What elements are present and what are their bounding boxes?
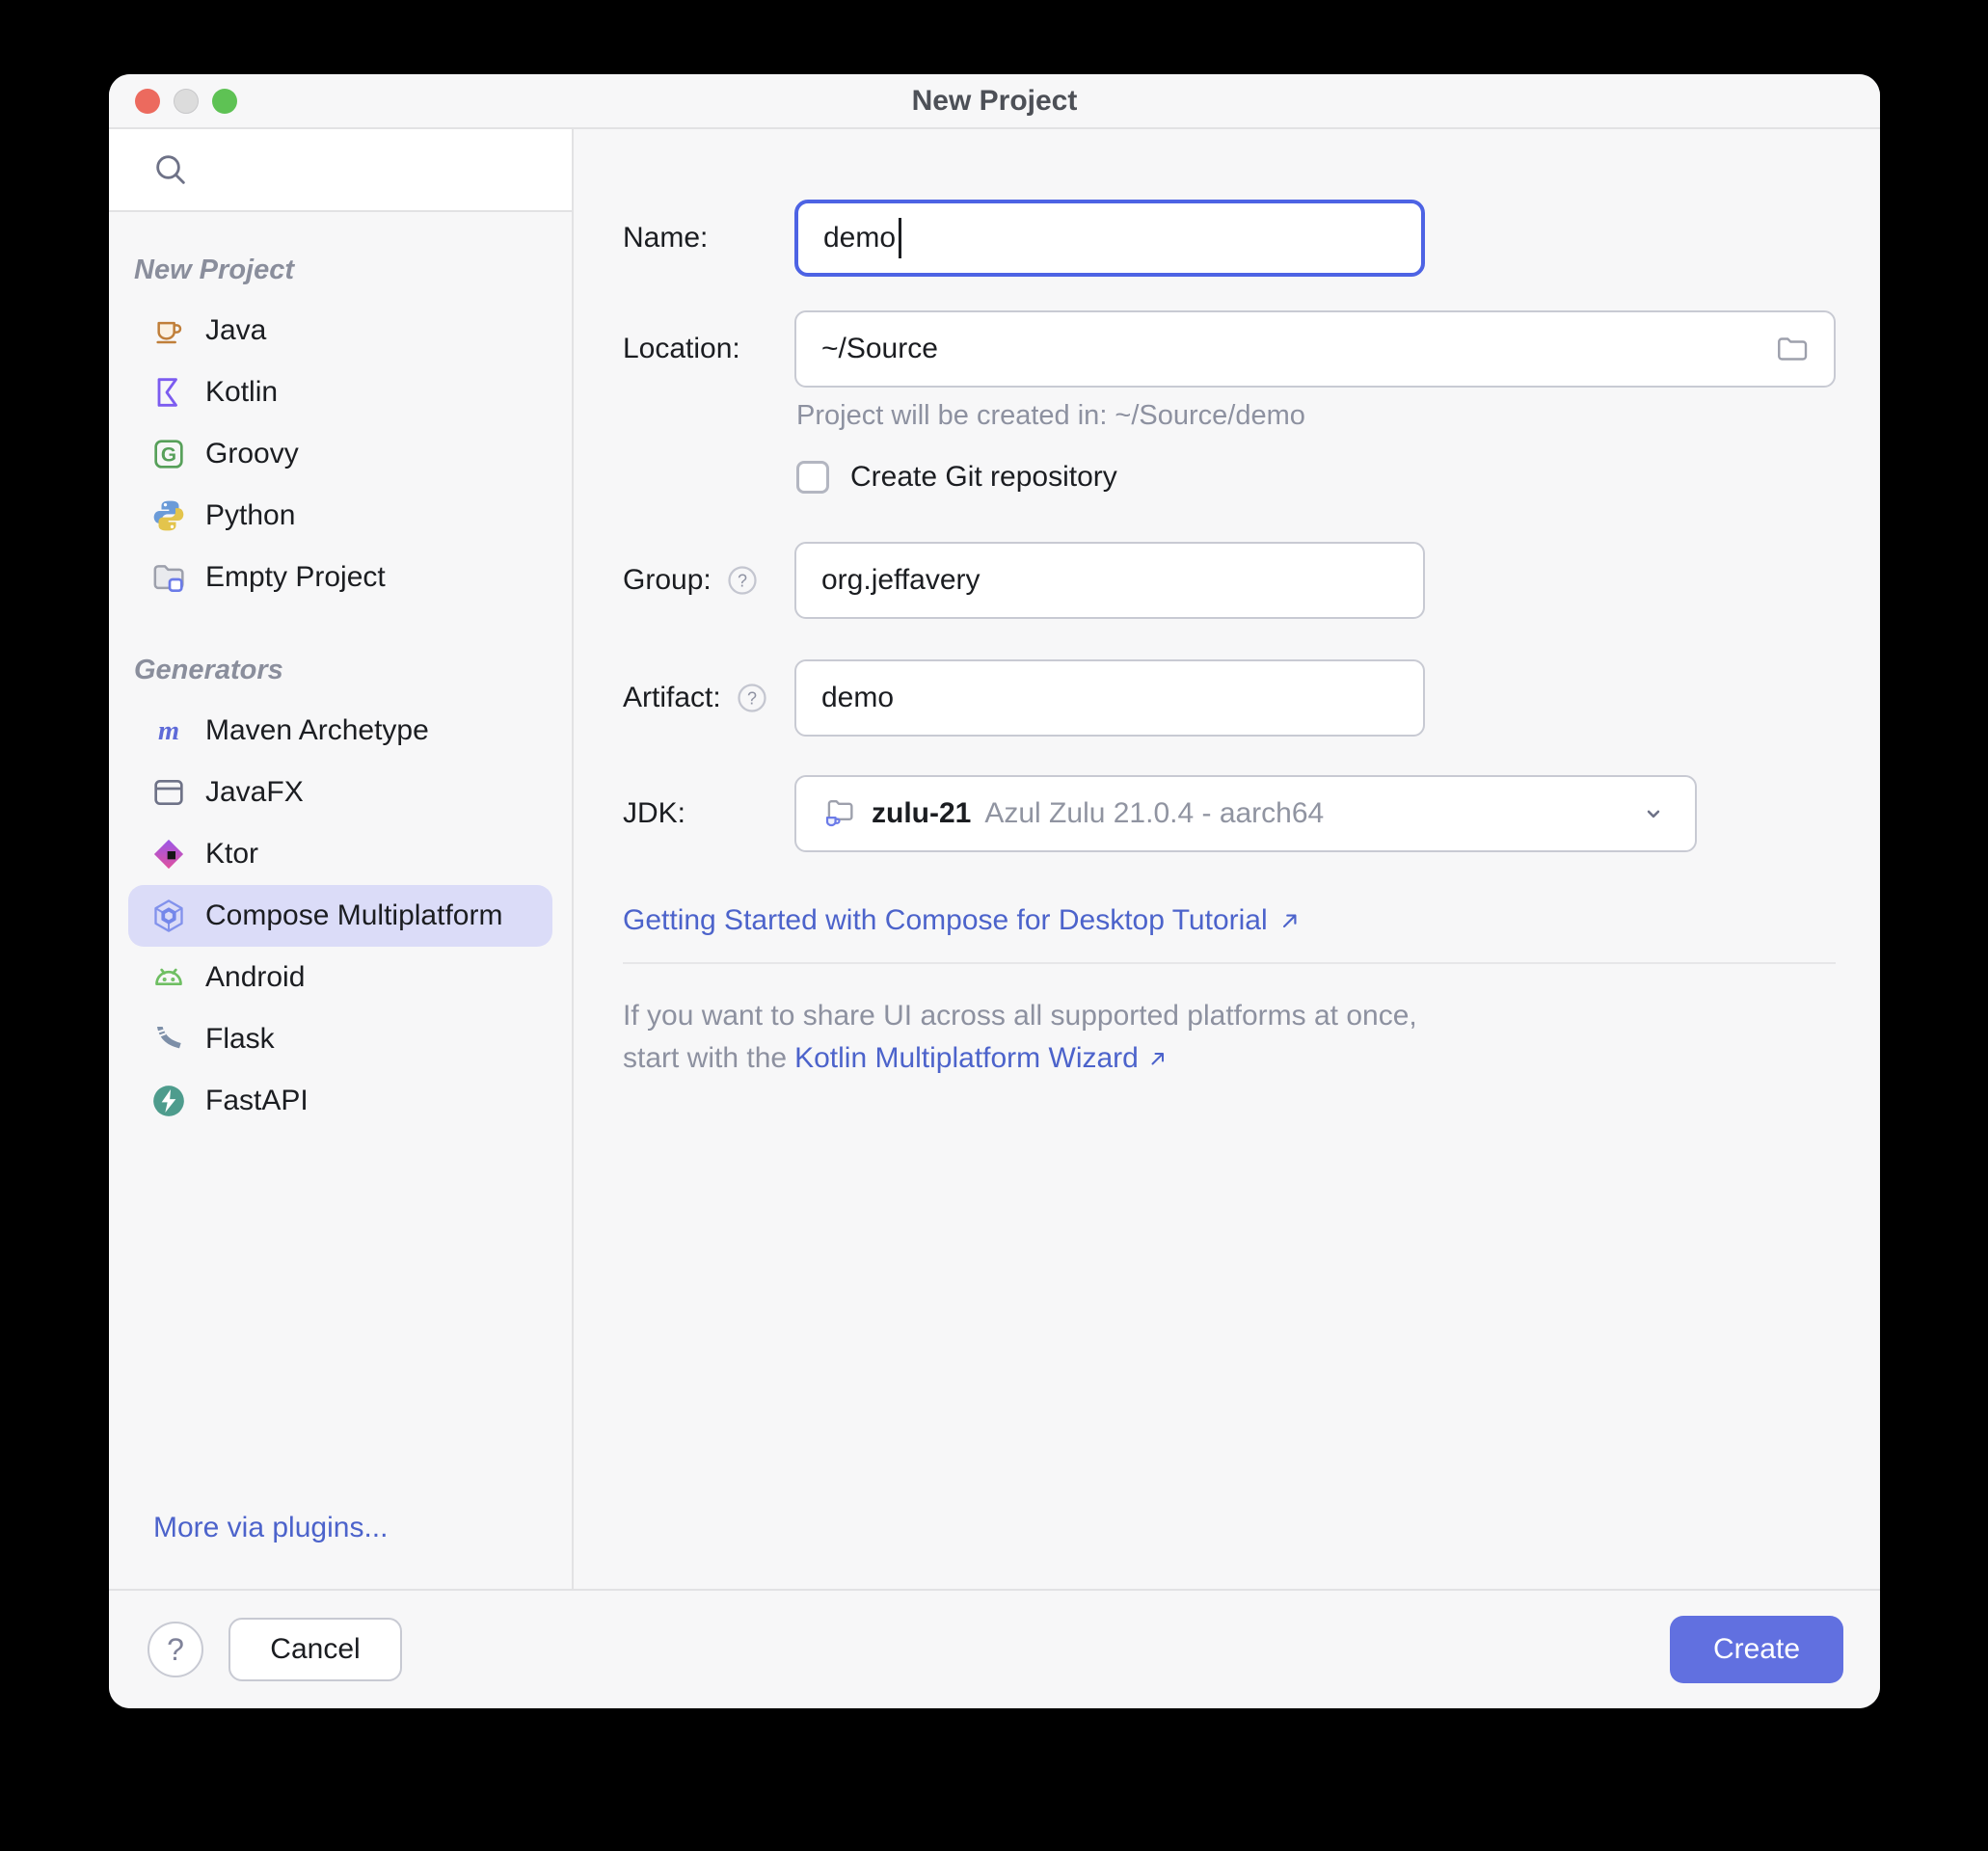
chevron-down-icon (1637, 797, 1670, 830)
section-header-generators: Generators (134, 655, 552, 686)
jdk-label: JDK: (623, 797, 794, 830)
new-project-form: Name: demo Location: ~/Source Project wi… (574, 129, 1880, 1589)
artifact-value: demo (821, 682, 894, 714)
sidebar-item-label: Python (205, 499, 295, 532)
search-icon (151, 150, 190, 189)
kotlin-multiplatform-wizard-link[interactable]: Kotlin Multiplatform Wizard (794, 1037, 1139, 1080)
sidebar-nav: New Project Java Kotlin (109, 212, 572, 1589)
sidebar-item-kotlin[interactable]: Kotlin (128, 362, 552, 423)
external-link-arrow-icon (1277, 908, 1303, 933)
group-label: Group: ? (623, 563, 794, 598)
location-row: Location: ~/Source (623, 310, 1880, 388)
javafx-window-icon (149, 773, 188, 812)
sidebar-item-java[interactable]: Java (128, 300, 552, 362)
sidebar-item-label: Groovy (205, 438, 299, 470)
git-checkbox-row: Create Git repository (796, 461, 1880, 494)
group-value: org.jeffavery (821, 564, 981, 597)
compose-multiplatform-icon (149, 897, 188, 935)
sidebar-item-label: Java (205, 314, 266, 347)
help-button[interactable]: ? (148, 1622, 203, 1677)
artifact-help-icon[interactable]: ? (735, 681, 769, 715)
window-title: New Project (912, 85, 1078, 118)
section-divider (623, 962, 1836, 964)
compose-tutorial-link[interactable]: Getting Started with Compose for Desktop… (623, 904, 1268, 937)
sidebar-item-label: Compose Multiplatform (205, 899, 502, 932)
cancel-button[interactable]: Cancel (228, 1618, 402, 1681)
sidebar-item-maven-archetype[interactable]: m Maven Archetype (128, 700, 552, 762)
browse-folder-icon[interactable] (1774, 332, 1809, 366)
sidebar-item-label: Ktor (205, 838, 258, 871)
group-input[interactable]: org.jeffavery (794, 542, 1425, 619)
sidebar-item-ktor[interactable]: Ktor (128, 823, 552, 885)
search-field[interactable] (109, 129, 572, 212)
jdk-select[interactable]: zulu-21 Azul Zulu 21.0.4 - aarch64 (794, 775, 1697, 852)
external-link-arrow-icon (1146, 1047, 1169, 1070)
name-row: Name: demo (623, 200, 1880, 277)
maven-icon: m (149, 711, 188, 750)
sidebar-item-label: Kotlin (205, 376, 278, 409)
traffic-lights (135, 74, 237, 127)
sidebar-item-android[interactable]: Android (128, 947, 552, 1008)
fastapi-icon (149, 1082, 188, 1120)
jdk-icon (821, 795, 858, 832)
svg-text:?: ? (738, 572, 747, 591)
jdk-row: JDK: zulu-21 Azul Zulu 21.0.4 - aarch64 (623, 775, 1880, 852)
kmp-hint-line1: If you want to share UI across all suppo… (623, 995, 1880, 1037)
titlebar: New Project (109, 74, 1880, 129)
kmp-hint-line2: start with the Kotlin Multiplatform Wiza… (623, 1037, 1880, 1080)
sidebar-item-flask[interactable]: Flask (128, 1008, 552, 1070)
python-icon (149, 496, 188, 535)
artifact-row: Artifact: ? demo (623, 659, 1880, 737)
group-help-icon[interactable]: ? (725, 563, 760, 598)
svg-text:m: m (158, 716, 179, 746)
sidebar-item-label: Maven Archetype (205, 714, 429, 747)
kmp-hint-paragraph: If you want to share UI across all suppo… (623, 995, 1880, 1080)
create-button[interactable]: Create (1670, 1616, 1843, 1683)
new-project-dialog: New Project New Project Java (109, 74, 1880, 1708)
location-input[interactable]: ~/Source (794, 310, 1836, 388)
sidebar-item-compose-multiplatform[interactable]: Compose Multiplatform (128, 885, 552, 947)
jdk-value: zulu-21 (872, 797, 971, 830)
artifact-input[interactable]: demo (794, 659, 1425, 737)
close-window-button[interactable] (135, 89, 160, 114)
create-git-label: Create Git repository (850, 461, 1117, 494)
sidebar-item-label: FastAPI (205, 1085, 309, 1117)
android-icon (149, 958, 188, 997)
sidebar-item-javafx[interactable]: JavaFX (128, 762, 552, 823)
zoom-window-button[interactable] (212, 89, 237, 114)
svg-text:?: ? (747, 689, 757, 709)
location-helper-text: Project will be created in: ~/Source/dem… (796, 400, 1880, 432)
sidebar-item-label: Flask (205, 1023, 275, 1056)
sidebar-item-empty-project[interactable]: Empty Project (128, 547, 552, 608)
sidebar-item-groovy[interactable]: G Groovy (128, 423, 552, 485)
svg-text:G: G (161, 444, 176, 467)
artifact-label: Artifact: ? (623, 681, 794, 715)
group-row: Group: ? org.jeffavery (623, 542, 1880, 619)
groovy-icon: G (149, 435, 188, 473)
minimize-window-button[interactable] (174, 89, 199, 114)
name-label: Name: (623, 222, 794, 255)
sidebar-item-python[interactable]: Python (128, 485, 552, 547)
location-value: ~/Source (821, 333, 938, 365)
ktor-icon (149, 835, 188, 873)
dialog-footer: ? Cancel Create (109, 1589, 1880, 1708)
sidebar-item-fastapi[interactable]: FastAPI (128, 1070, 552, 1132)
more-via-plugins-link[interactable]: More via plugins... (153, 1512, 388, 1543)
section-header-new-project: New Project (134, 255, 552, 286)
empty-project-folder-icon (149, 558, 188, 597)
text-caret (899, 218, 901, 258)
java-icon (149, 311, 188, 350)
create-git-checkbox[interactable] (796, 461, 829, 494)
sidebar: New Project Java Kotlin (109, 129, 574, 1589)
flask-icon (149, 1020, 188, 1059)
sidebar-item-label: Android (205, 961, 305, 994)
name-value: demo (823, 222, 896, 255)
jdk-detail: Azul Zulu 21.0.4 - aarch64 (984, 797, 1324, 830)
sidebar-item-label: Empty Project (205, 561, 386, 594)
sidebar-item-label: JavaFX (205, 776, 304, 809)
kotlin-icon (149, 373, 188, 412)
name-input[interactable]: demo (794, 200, 1425, 277)
location-label: Location: (623, 333, 794, 365)
tutorial-link-row: Getting Started with Compose for Desktop… (623, 904, 1880, 937)
